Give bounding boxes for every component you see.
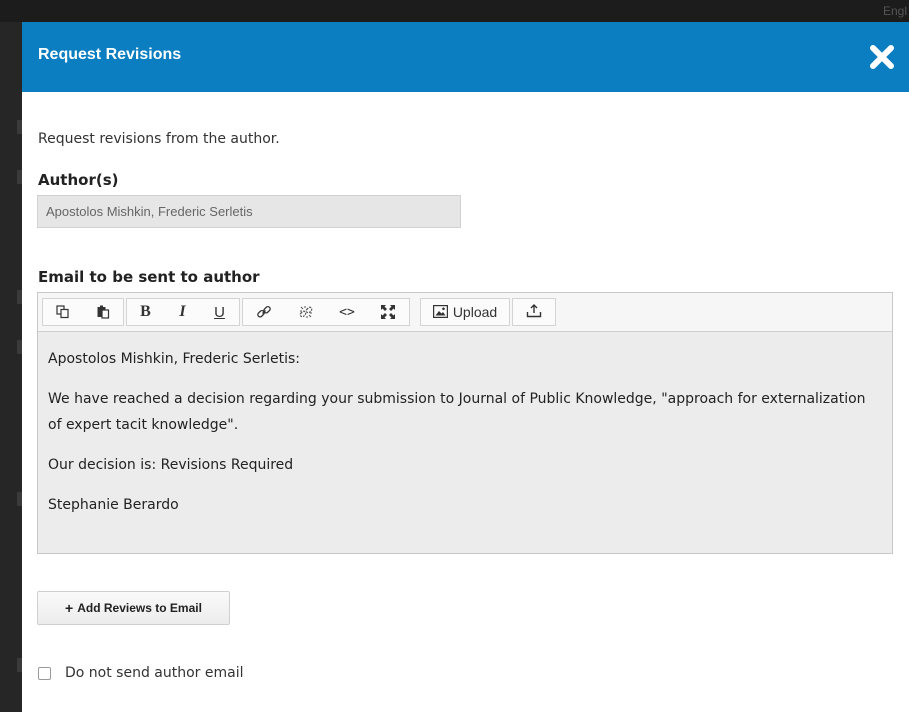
upload-button[interactable]: Upload [420,298,510,326]
plus-icon: + [65,600,74,616]
authors-field: Apostolos Mishkin, Frederic Serletis [37,195,461,228]
format-group: B I U [126,298,240,326]
email-body[interactable]: Apostolos Mishkin, Frederic Serletis: We… [38,332,892,554]
add-reviews-label: Add Reviews to Email [77,601,202,615]
insert-button[interactable] [512,298,556,326]
background-topbar: Engl [0,0,909,22]
no-email-option: Do not send author email [38,665,244,681]
link-group: <> [242,298,410,326]
email-decision: Our decision is: Revisions Required [48,457,294,473]
unlink-icon[interactable] [285,299,327,325]
email-editor: B I U <> Upload Apostolos Mishkin, Frede… [37,292,893,554]
close-icon[interactable] [867,42,897,72]
image-icon [432,303,448,322]
upload-label: Upload [452,304,498,320]
editor-toolbar: B I U <> Upload [38,293,892,332]
authors-label: Author(s) [38,171,119,189]
italic-icon[interactable]: I [164,299,201,325]
email-greeting: Apostolos Mishkin, Frederic Serletis: [48,351,301,367]
modal-title: Request Revisions [38,46,182,63]
bold-icon[interactable]: B [127,299,164,325]
insert-icon [526,303,542,322]
no-email-checkbox[interactable] [38,666,51,680]
clipboard-group [42,298,124,326]
email-label: Email to be sent to author [38,268,260,286]
fullscreen-icon[interactable] [367,299,409,325]
paste-icon[interactable] [83,299,123,325]
email-signature: Stephanie Berardo [48,497,179,513]
underline-icon[interactable]: U [201,299,238,325]
add-reviews-button[interactable]: + Add Reviews to Email [37,591,230,625]
copy-icon[interactable] [43,299,83,325]
request-revisions-modal: Request Revisions Request revisions from… [22,22,909,712]
no-email-label: Do not send author email [65,665,244,681]
language-link: Engl [882,4,907,18]
code-icon[interactable]: <> [327,299,367,325]
intro-text: Request revisions from the author. [38,131,280,147]
modal-header: Request Revisions [22,22,909,92]
link-icon[interactable] [243,299,285,325]
background-sidebar [0,22,22,712]
email-paragraph: We have reached a decision regarding you… [48,391,866,433]
